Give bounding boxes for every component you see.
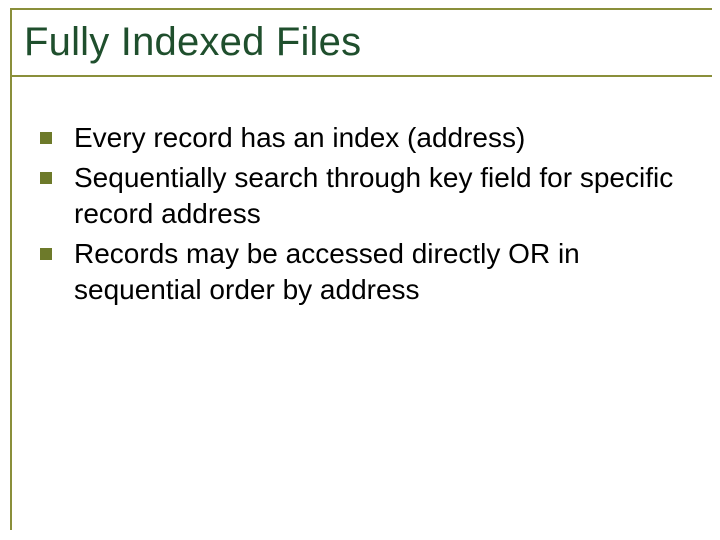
rule-bottom	[10, 75, 712, 77]
list-item: Sequentially search through key field fo…	[40, 160, 680, 232]
slide-body: Every record has an index (address) Sequ…	[40, 120, 680, 312]
rule-top	[10, 8, 712, 10]
bullet-text: Every record has an index (address)	[74, 120, 525, 156]
bullet-icon	[40, 132, 52, 144]
slide: Fully Indexed Files Every record has an …	[0, 0, 720, 540]
slide-title: Fully Indexed Files	[24, 20, 361, 65]
list-item: Records may be accessed directly OR in s…	[40, 236, 680, 308]
bullet-icon	[40, 248, 52, 260]
bullet-icon	[40, 172, 52, 184]
bullet-text: Sequentially search through key field fo…	[74, 160, 680, 232]
rule-left	[10, 8, 12, 530]
bullet-text: Records may be accessed directly OR in s…	[74, 236, 680, 308]
list-item: Every record has an index (address)	[40, 120, 680, 156]
